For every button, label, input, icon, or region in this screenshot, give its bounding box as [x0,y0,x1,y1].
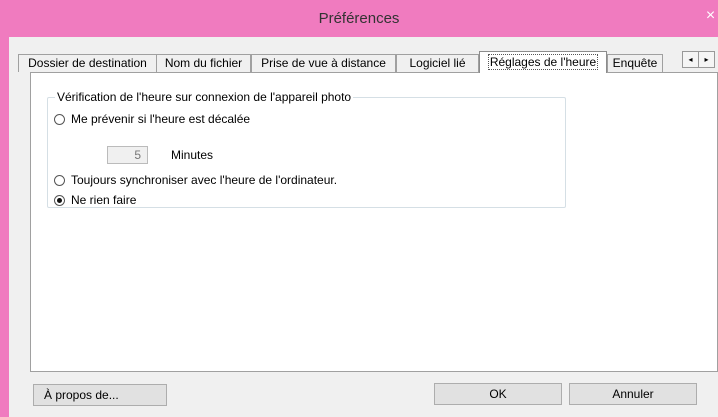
time-check-group: Vérification de l'heure sur connexion de… [47,90,566,208]
tab-nom-du-fichier[interactable]: Nom du fichier [156,54,251,72]
group-legend: Vérification de l'heure sur connexion de… [55,90,354,104]
chevron-right-icon: ▸ [704,55,709,64]
window-title: Préférences [318,10,400,27]
dialog-client-area: Dossier de destination Nom du fichier Pr… [9,37,718,417]
radio-do-nothing-icon[interactable] [54,194,65,206]
tab-enquete[interactable]: Enquête [607,54,663,72]
tab-scroll-left-button[interactable]: ◂ [682,51,699,68]
minutes-label: Minutes [171,148,214,162]
chevron-left-icon: ◂ [688,55,693,64]
tab-reglages-de-l-heure[interactable]: Réglages de l'heure [479,51,607,73]
minutes-input: 5 [107,146,148,164]
close-icon[interactable]: × [703,6,718,26]
cancel-button[interactable]: Annuler [569,383,697,405]
tab-scroll-right-button[interactable]: ▸ [698,51,715,68]
tab-dossier-de-destination[interactable]: Dossier de destination [18,54,157,72]
radio-sync-icon[interactable] [54,174,65,186]
title-bar: Préférences × [0,0,718,37]
option-sync-label: Toujours synchroniser avec l'heure de l'… [71,173,338,187]
ok-button[interactable]: OK [434,383,562,405]
tab-logiciel-lie[interactable]: Logiciel lié [396,54,479,72]
about-button[interactable]: À propos de... [33,384,167,406]
radio-warn-icon[interactable] [54,113,65,125]
option-always-sync[interactable]: Toujours synchroniser avec l'heure de l'… [54,173,337,187]
option-warn-label: Me prévenir si l'heure est décalée [71,112,251,126]
tab-panel-reglages-de-l-heure: Vérification de l'heure sur connexion de… [30,72,718,372]
option-warn-if-time-differs[interactable]: Me prévenir si l'heure est décalée [54,112,250,126]
tab-prise-de-vue-a-distance[interactable]: Prise de vue à distance [251,54,396,72]
option-do-nothing[interactable]: Ne rien faire [54,193,136,207]
option-do-nothing-label: Ne rien faire [71,193,137,207]
